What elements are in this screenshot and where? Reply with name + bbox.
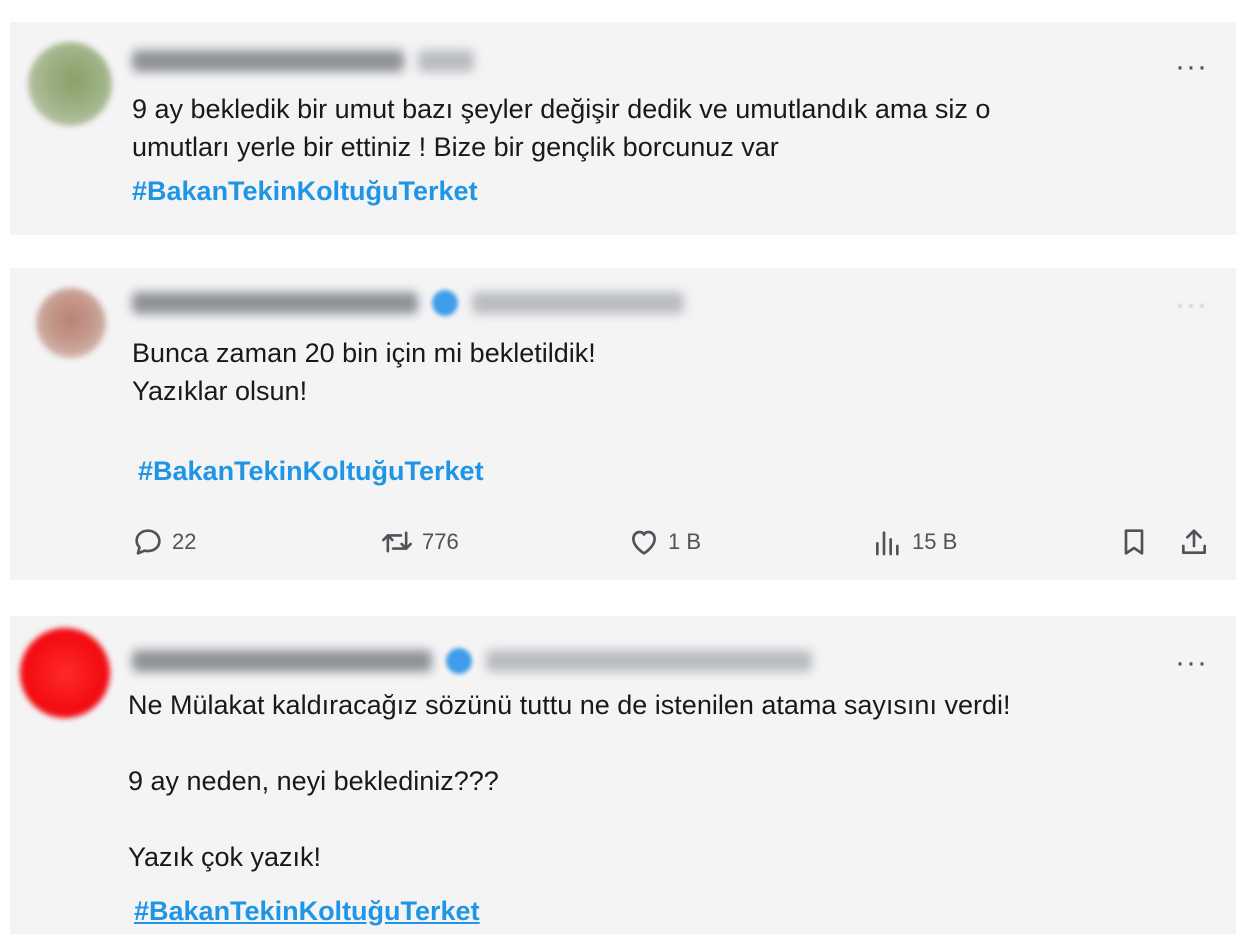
bookmark-icon [1124,529,1144,555]
tweet-text: 9 ay bekledik bir umut bazı şeyler değiş… [132,94,991,162]
views-icon [876,531,899,556]
like-icon [632,530,656,555]
retweet-button[interactable]: 776 [380,526,459,558]
tweet-actions-bar: 22 776 1 B 15 B [132,526,1222,566]
more-options-icon[interactable]: ··· [1175,290,1208,320]
avatar[interactable] [28,42,112,126]
retweet-icon [381,531,413,553]
tweet-card[interactable]: ··· 9 ay bekledik bir umut bazı şeyler d… [10,22,1236,235]
hashtag-link[interactable]: #BakanTekinKoltuğuTerket [132,176,478,207]
more-options-icon[interactable]: ··· [1175,52,1208,82]
reply-icon [135,529,161,555]
tweet-header-blurred [132,290,684,316]
tweet-text: Bunca zaman 20 bin için mi bekletildik! … [132,338,596,406]
tweet-header-blurred [132,648,812,674]
views-button[interactable]: 15 B [872,526,957,558]
reply-button[interactable]: 22 [132,526,196,558]
avatar[interactable] [36,288,106,358]
hashtag-link[interactable]: #BakanTekinKoltuğuTerket [138,456,484,487]
like-count: 1 B [668,529,702,554]
verified-badge-icon [432,290,458,316]
views-count: 15 B [912,529,958,554]
like-button[interactable]: 1 B [628,526,701,558]
tweet-card[interactable]: ··· Ne Mülakat kaldıracağız sözünü tuttu… [10,616,1236,934]
avatar[interactable] [20,628,110,718]
tweet-text: Ne Mülakat kaldıracağız sözünü tuttu ne … [128,690,1011,872]
share-button[interactable] [1178,526,1210,558]
more-options-icon[interactable]: ··· [1175,648,1208,678]
tweet-header-blurred [132,50,474,72]
verified-badge-icon [446,648,472,674]
share-icon [1182,529,1206,554]
hashtag-link[interactable]: #BakanTekinKoltuğuTerket [134,896,480,927]
bookmark-button[interactable] [1118,526,1150,558]
retweet-count: 776 [422,529,459,554]
reply-count: 22 [172,529,197,554]
tweet-card[interactable]: ··· Bunca zaman 20 bin için mi bekletild… [10,268,1236,580]
